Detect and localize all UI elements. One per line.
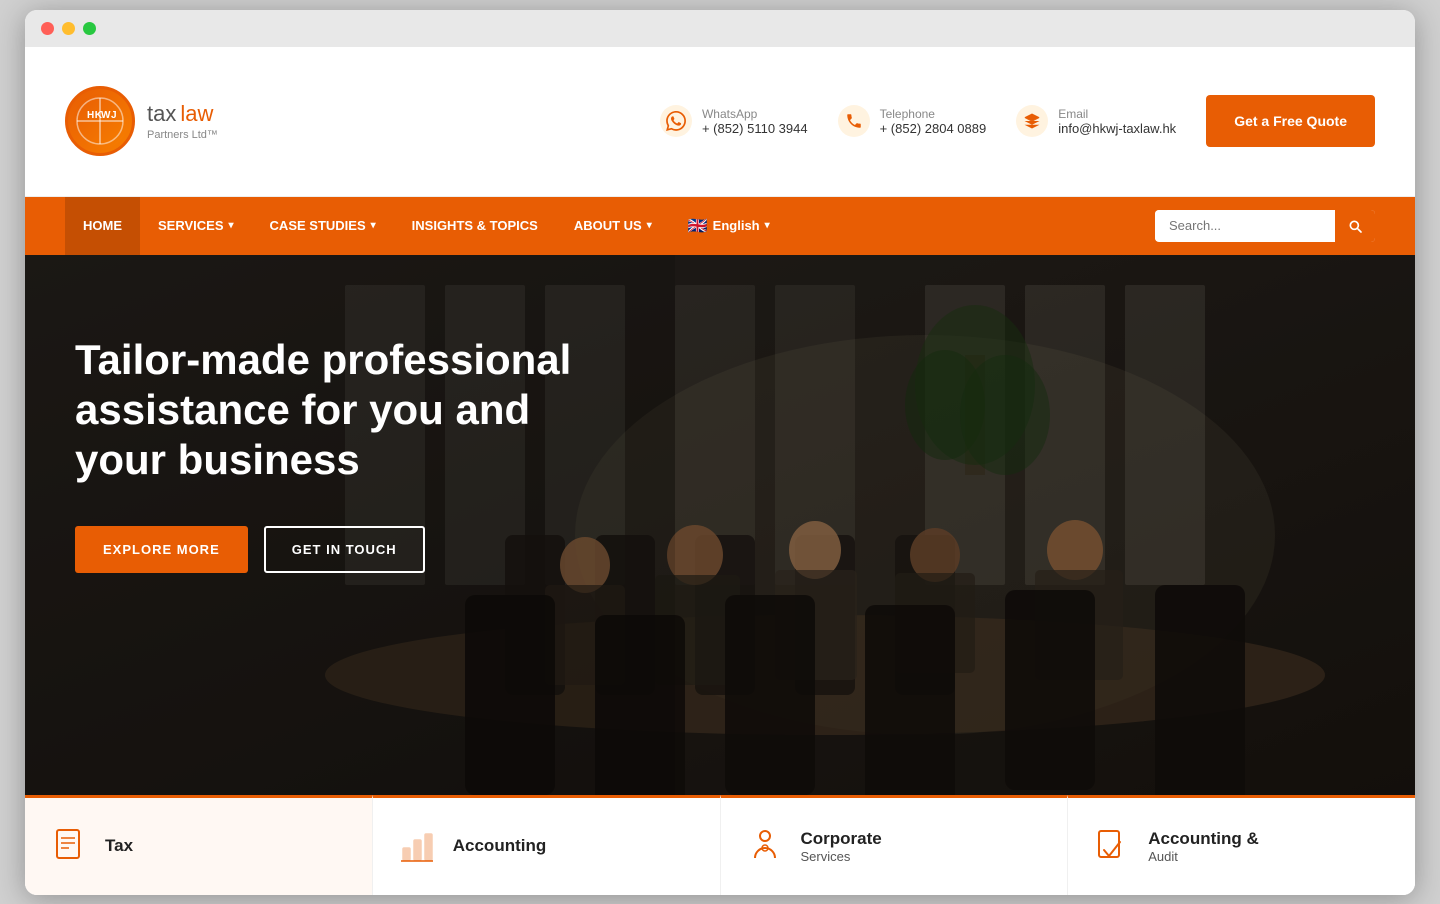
- nav-item-language[interactable]: 🇬🇧 English ▾: [670, 197, 788, 255]
- service-card-audit-text: Accounting & Audit: [1148, 829, 1259, 864]
- email-icon: [1016, 105, 1048, 137]
- email-label: Email: [1058, 107, 1176, 121]
- service-card-corporate-title: Corporate: [801, 829, 882, 849]
- email-details: Email info@hkwj-taxlaw.hk: [1058, 107, 1176, 136]
- logo-text: tax law Partners Ltd™: [147, 101, 218, 141]
- telephone-number: + (852) 2804 0889: [880, 121, 987, 136]
- corporate-icon: [745, 826, 785, 866]
- phone-icon: [838, 105, 870, 137]
- whatsapp-icon: [660, 105, 692, 137]
- logo-circle: HK WJ: [65, 86, 135, 156]
- search-input[interactable]: [1155, 210, 1335, 241]
- tax-icon: [49, 826, 89, 866]
- site-header: HK WJ tax law Partners Ltd™: [25, 47, 1415, 197]
- nav-item-services[interactable]: SERVICES ▾: [140, 197, 252, 255]
- browser-chrome: [25, 10, 1415, 47]
- service-card-corporate-text: Corporate Services: [801, 829, 882, 864]
- telephone-contact[interactable]: Telephone + (852) 2804 0889: [838, 105, 987, 137]
- whatsapp-number: + (852) 5110 3944: [702, 121, 808, 136]
- whatsapp-label: WhatsApp: [702, 107, 808, 121]
- browser-close-dot[interactable]: [41, 22, 54, 35]
- audit-icon: [1092, 826, 1132, 866]
- browser-maximize-dot[interactable]: [83, 22, 96, 35]
- search-icon: [1347, 218, 1363, 234]
- nav-links: HOME SERVICES ▾ CASE STUDIES ▾ INSIGHTS …: [65, 197, 788, 255]
- nav-item-about[interactable]: ABOUT US ▾: [556, 197, 670, 255]
- nav-item-case-studies[interactable]: CASE STUDIES ▾: [252, 197, 394, 255]
- hero-buttons: EXPLORE MORE GET IN TOUCH: [75, 526, 625, 573]
- svg-text:WJ: WJ: [101, 110, 117, 121]
- service-card-tax-title: Tax: [105, 836, 133, 856]
- hero-title: Tailor-made professional assistance for …: [75, 335, 625, 486]
- logo-sub: Partners Ltd™: [147, 129, 218, 141]
- logo-tax: tax: [147, 101, 176, 127]
- bottom-section: Tax Accounting: [25, 795, 1415, 895]
- search-button[interactable]: [1335, 210, 1375, 242]
- flag-icon: 🇬🇧: [688, 216, 708, 236]
- contact-area: WhatsApp + (852) 5110 3944 Telephone + (…: [660, 95, 1375, 147]
- hero-section: Tailor-made professional assistance for …: [25, 255, 1415, 795]
- nav-item-home[interactable]: HOME: [65, 197, 140, 255]
- services-chevron-icon: ▾: [229, 220, 234, 231]
- language-chevron-icon: ▾: [765, 220, 770, 231]
- telephone-details: Telephone + (852) 2804 0889: [880, 107, 987, 136]
- search-box: [1155, 210, 1375, 242]
- bottom-cards: Tax Accounting: [25, 795, 1415, 895]
- nav-item-insights[interactable]: INSIGHTS & TOPICS: [394, 197, 556, 255]
- logo-icon: HK WJ: [73, 94, 128, 149]
- search-area: [1155, 210, 1375, 242]
- service-card-corporate[interactable]: Corporate Services: [721, 795, 1069, 895]
- email-contact[interactable]: Email info@hkwj-taxlaw.hk: [1016, 105, 1176, 137]
- service-card-accounting-title: Accounting: [453, 836, 547, 856]
- whatsapp-contact[interactable]: WhatsApp + (852) 5110 3944: [660, 105, 808, 137]
- whatsapp-details: WhatsApp + (852) 5110 3944: [702, 107, 808, 136]
- accounting-chart-icon: [397, 826, 437, 866]
- logo-law: law: [180, 101, 213, 127]
- nav-bar: HOME SERVICES ▾ CASE STUDIES ▾ INSIGHTS …: [25, 197, 1415, 255]
- case-studies-chevron-icon: ▾: [371, 220, 376, 231]
- quote-button[interactable]: Get a Free Quote: [1206, 95, 1375, 147]
- service-card-audit-title: Accounting &: [1148, 829, 1259, 849]
- logo-area[interactable]: HK WJ tax law Partners Ltd™: [65, 86, 218, 156]
- service-card-audit-subtitle: Audit: [1148, 849, 1259, 864]
- service-card-corporate-subtitle: Services: [801, 849, 882, 864]
- explore-more-button[interactable]: EXPLORE MORE: [75, 526, 248, 573]
- service-card-tax[interactable]: Tax: [25, 795, 373, 895]
- telephone-label: Telephone: [880, 107, 987, 121]
- logo-brand: tax law: [147, 101, 218, 127]
- browser-window: HK WJ tax law Partners Ltd™: [25, 10, 1415, 895]
- get-in-touch-button[interactable]: GET IN TOUCH: [264, 526, 425, 573]
- email-value: info@hkwj-taxlaw.hk: [1058, 121, 1176, 136]
- service-card-audit[interactable]: Accounting & Audit: [1068, 795, 1415, 895]
- service-card-accounting[interactable]: Accounting: [373, 795, 721, 895]
- about-chevron-icon: ▾: [647, 220, 652, 231]
- browser-minimize-dot[interactable]: [62, 22, 75, 35]
- hero-content: Tailor-made professional assistance for …: [25, 255, 675, 653]
